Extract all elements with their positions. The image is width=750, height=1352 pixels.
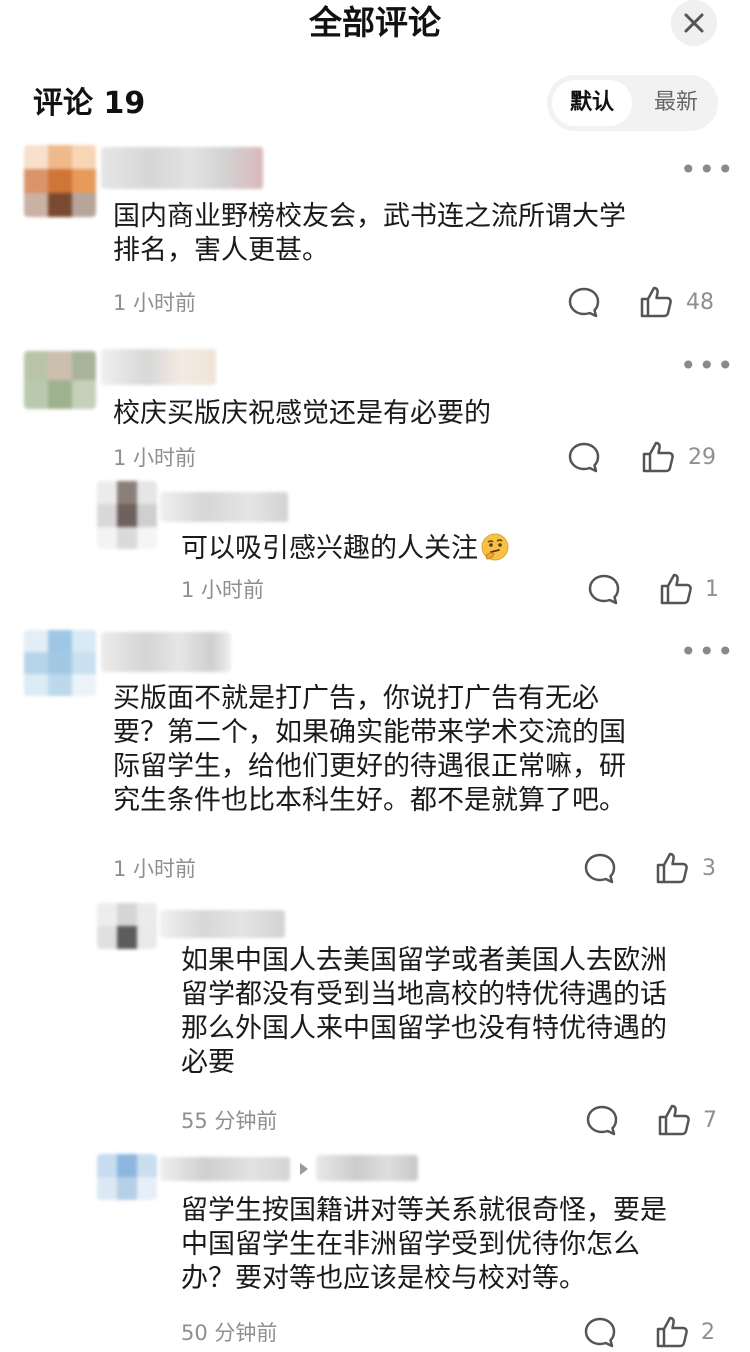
comment-time: 1 小时前 <box>113 857 197 881</box>
comment-bubble-icon[interactable] <box>567 286 601 320</box>
comment-text: 留学生按国籍讲对等关系就很奇怪，要是 中国留学生在非洲留学受到优待你怎么 办？要… <box>181 1195 667 1294</box>
comment-text: 可以吸引感兴趣的人关注 <box>181 532 510 566</box>
comment-bubble-icon[interactable] <box>583 852 617 886</box>
avatar[interactable] <box>97 1154 157 1200</box>
thumbs-up-icon[interactable] <box>656 1102 692 1138</box>
thinking-face-emoji <box>481 533 509 561</box>
more-icon[interactable]: ••• <box>680 156 736 184</box>
comment-time: 1 小时前 <box>113 446 197 470</box>
comment-bubble-icon[interactable] <box>567 441 601 475</box>
like-count: 48 <box>686 290 714 315</box>
more-icon[interactable]: ••• <box>680 352 736 380</box>
like-count: 7 <box>703 1108 717 1133</box>
avatar[interactable] <box>24 630 96 696</box>
reply-to-username[interactable] <box>316 1155 418 1181</box>
like-count: 3 <box>702 856 716 881</box>
sort-toggle: 默认 最新 <box>547 75 718 131</box>
comment-time: 1 小时前 <box>113 291 197 315</box>
like-count: 1 <box>705 577 719 602</box>
sort-latest-button[interactable]: 最新 <box>640 80 712 126</box>
username[interactable] <box>160 1157 290 1181</box>
thumbs-up-icon[interactable] <box>654 850 690 886</box>
comment-bubble-icon[interactable] <box>583 1316 617 1350</box>
comment-text: 如果中国人去美国留学或者美国人去欧洲 留学都没有受到当地高校的特优待遇的话 那么… <box>181 945 667 1078</box>
comment-text: 校庆买版庆祝感觉还是有必要的 <box>113 398 491 429</box>
comment-text: 买版面不就是打广告，你说打广告有无必 要？第二个，如果确实能带来学术交流的国 际… <box>113 683 626 816</box>
comment-time: 55 分钟前 <box>181 1109 278 1133</box>
username[interactable] <box>160 492 288 522</box>
like-count: 2 <box>701 1320 715 1345</box>
thumbs-up-icon[interactable] <box>638 284 674 320</box>
comment-time: 50 分钟前 <box>181 1321 278 1345</box>
comment-time: 1 小时前 <box>181 578 265 602</box>
thumbs-up-icon[interactable] <box>658 571 694 607</box>
avatar[interactable] <box>97 481 157 549</box>
comment-text: 国内商业野榜校友会，武书连之流所谓大学 排名，害人更甚。 <box>113 201 626 266</box>
like-count: 29 <box>688 445 716 470</box>
reply-arrow-icon <box>300 1163 308 1175</box>
username[interactable] <box>160 910 285 938</box>
close-button[interactable] <box>671 0 717 46</box>
username[interactable] <box>101 349 216 385</box>
comment-bubble-icon[interactable] <box>587 573 621 607</box>
avatar[interactable] <box>24 351 96 409</box>
username[interactable] <box>101 147 263 189</box>
avatar[interactable] <box>24 145 96 217</box>
thumbs-up-icon[interactable] <box>640 439 676 475</box>
page-title: 全部评论 <box>309 3 441 42</box>
thumbs-up-icon[interactable] <box>654 1314 690 1350</box>
username[interactable] <box>101 632 231 672</box>
comment-count: 评论 19 <box>33 86 146 121</box>
more-icon[interactable]: ••• <box>680 638 736 666</box>
comment-bubble-icon[interactable] <box>585 1104 619 1138</box>
sort-default-button[interactable]: 默认 <box>552 80 632 126</box>
close-icon <box>684 13 704 33</box>
avatar[interactable] <box>97 903 157 949</box>
